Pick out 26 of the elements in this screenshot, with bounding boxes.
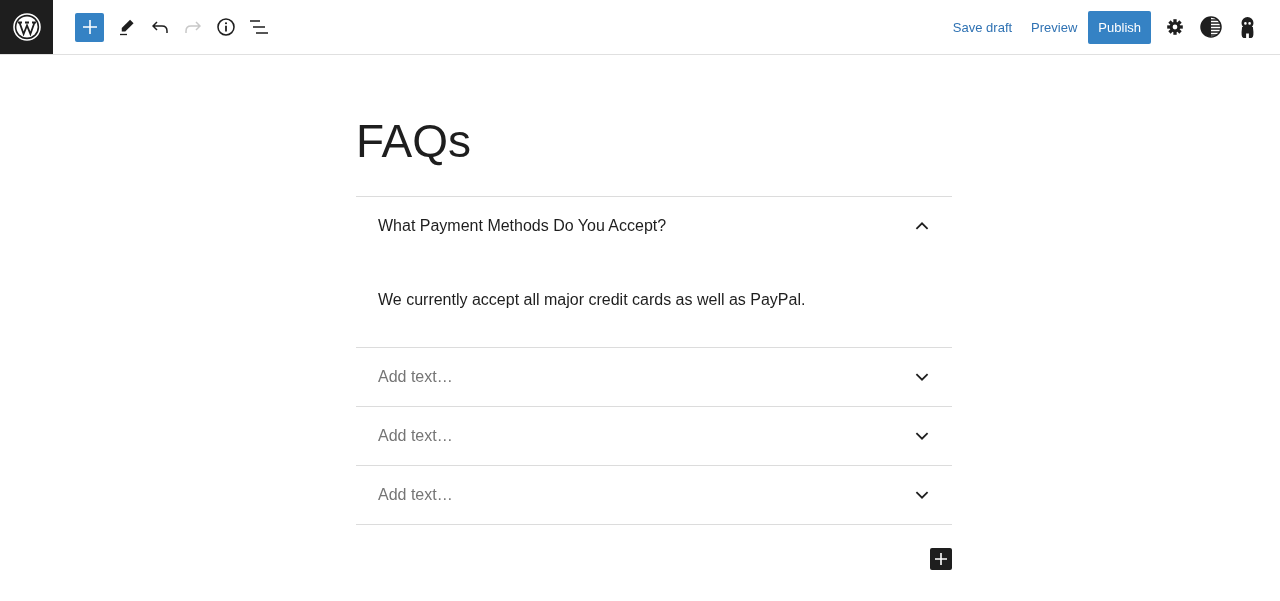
gear-icon: [1167, 19, 1183, 35]
primary-button[interactable]: Publish: [1088, 10, 1151, 44]
contrast-icon: [1200, 16, 1222, 38]
logo-icon: [12, 13, 41, 41]
pencil-icon: [120, 18, 134, 36]
post-title: FAQs: [356, 114, 472, 169]
logo-tile[interactable]: [0, 0, 53, 54]
text-button[interactable]: Save draft: [944, 10, 1021, 44]
question-field[interactable]: Add text…: [378, 426, 915, 446]
info-icon: [217, 18, 235, 36]
question-field[interactable]: Add text…: [378, 367, 915, 387]
answer-text: We currently accept all major credit cards as well as PayPal.: [378, 291, 806, 308]
chevron-down-icon[interactable]: [915, 432, 929, 440]
question-field[interactable]: Add text…: [378, 485, 915, 505]
redo-icon: [185, 21, 201, 33]
text-button[interactable]: Preview: [1023, 10, 1086, 44]
chevron-up-icon[interactable]: [915, 222, 929, 230]
chevron-down-icon[interactable]: [915, 491, 929, 499]
question-text: What Payment Methods Do You Accept?: [378, 216, 667, 236]
character-icon: [1239, 16, 1255, 38]
plus-icon: [935, 553, 947, 565]
add-block-button[interactable]: [930, 548, 952, 570]
list-view-icon: [250, 20, 268, 34]
chevron-down-icon[interactable]: [915, 373, 929, 381]
plus-icon: [82, 20, 97, 34]
undo-icon: [152, 21, 168, 33]
